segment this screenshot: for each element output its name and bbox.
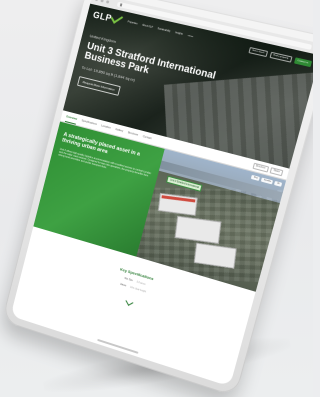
share-pill-button[interactable]: Share	[269, 166, 284, 176]
get-in-touch-button[interactable]: Get in touch	[248, 46, 268, 58]
warehouse-building	[158, 193, 198, 216]
lock-icon	[119, 3, 123, 7]
brochure-pill-button[interactable]: Brochure	[252, 162, 270, 173]
device-mockup-scene: GLP Properties About GLP Sustainability …	[0, 0, 313, 397]
browser-dot-icon	[100, 0, 104, 3]
contact-us-button[interactable]: Contact us	[293, 57, 313, 68]
nav-item-insights[interactable]: Insights	[175, 32, 183, 36]
request-info-button[interactable]: Request More Information	[76, 76, 121, 96]
spec-label: Eaves	[119, 283, 127, 288]
spec-value: 0.8 acres	[136, 281, 146, 287]
tab-overview[interactable]: Overview	[66, 115, 78, 121]
warehouse-building	[174, 215, 222, 244]
nav-item-news[interactable]: News	[187, 35, 193, 38]
nav-item-about[interactable]: About GLP	[142, 25, 153, 29]
spec-label: Site Size	[123, 277, 133, 283]
browser-dot-icon	[105, 0, 110, 4]
brand-logo[interactable]: GLP	[92, 10, 124, 26]
spec-value: 10m clear height	[129, 286, 147, 294]
roof-accent	[161, 195, 196, 203]
three-d-view-button[interactable]: 3D	[274, 181, 283, 187]
tab-contact[interactable]: Contact	[142, 135, 152, 140]
tab-location[interactable]: Location	[101, 124, 111, 129]
tablet-screen: GLP Properties About GLP Sustainability …	[10, 0, 313, 387]
find-property-button[interactable]: Find a property	[269, 51, 293, 63]
tab-brochure[interactable]: Brochure	[127, 131, 138, 137]
nav-item-properties[interactable]: Properties	[127, 21, 137, 25]
browser-dot-icon	[94, 0, 99, 2]
map-view-button[interactable]: Map	[251, 174, 261, 182]
satellite-view-button[interactable]: Satellite	[261, 177, 274, 185]
nav-item-sustainability[interactable]: Sustainability	[157, 28, 170, 33]
chevron-down-icon[interactable]	[125, 297, 134, 306]
tab-specifications[interactable]: Specifications	[81, 119, 97, 126]
warehouse-building	[194, 242, 237, 269]
tab-gallery[interactable]: Gallery	[115, 128, 124, 133]
